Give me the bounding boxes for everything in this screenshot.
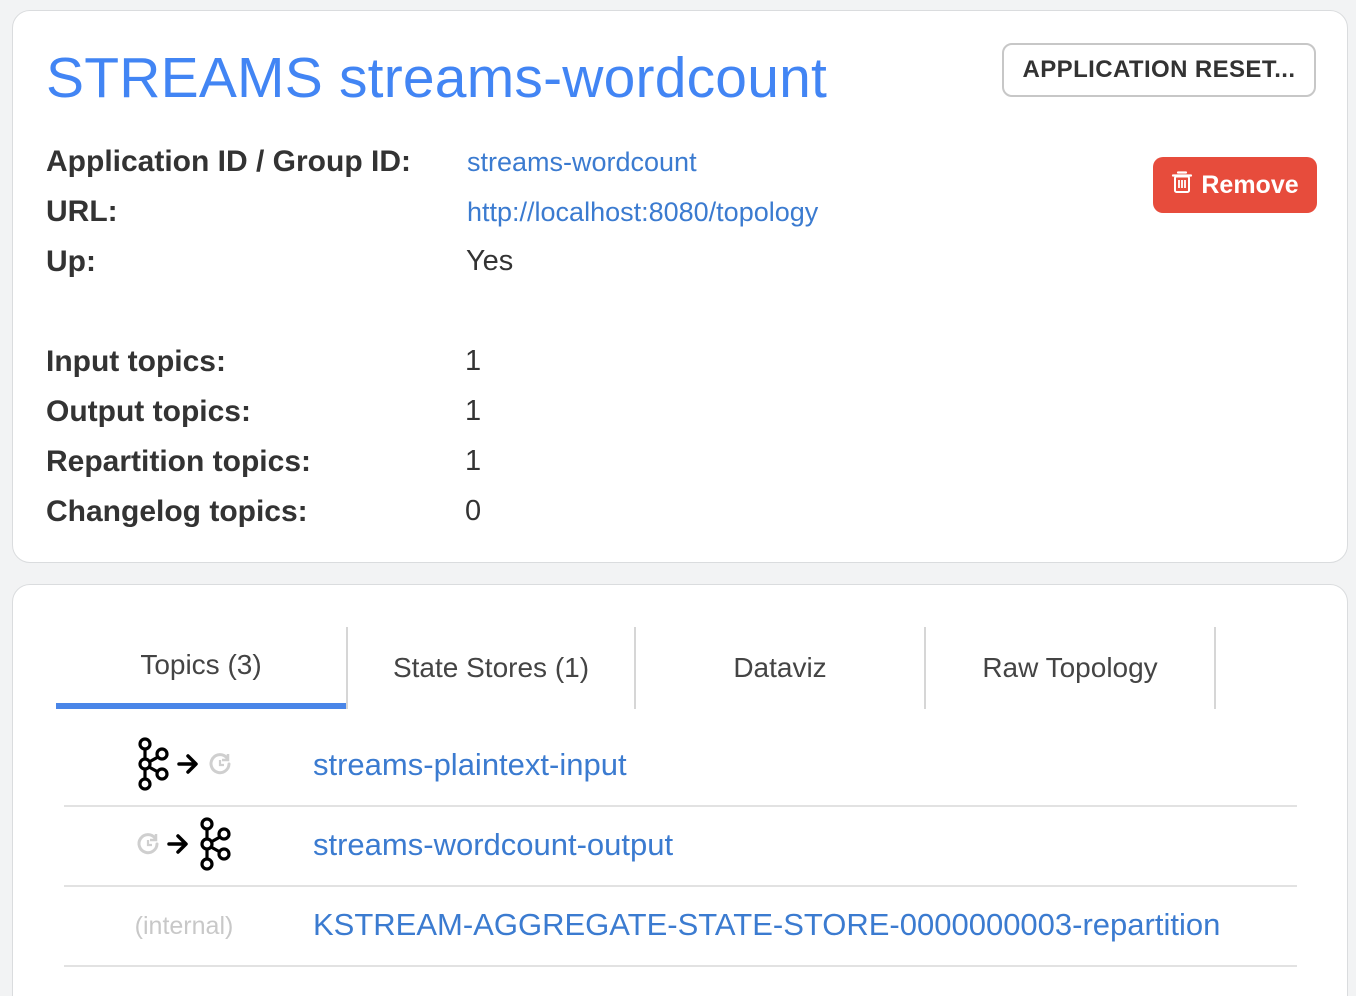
topic-link[interactable]: KSTREAM-AGGREGATE-STATE-STORE-0000000003… bbox=[313, 907, 1220, 943]
application-reset-button[interactable]: APPLICATION RESET... bbox=[1002, 43, 1316, 97]
count-row-repartition-topics: Repartition topics: 1 bbox=[46, 445, 1046, 485]
count-value: 1 bbox=[465, 345, 482, 377]
topology-card: Topics (3) State Stores (1) Dataviz Raw … bbox=[12, 584, 1348, 996]
info-label: Up: bbox=[46, 245, 96, 278]
streams-icon bbox=[207, 751, 233, 782]
tab-label: Raw Topology bbox=[982, 652, 1158, 683]
info-label: Application ID / Group ID: bbox=[46, 145, 411, 178]
tab-state-stores[interactable]: State Stores (1) bbox=[346, 627, 636, 709]
topic-row: (internal) KSTREAM-AGGREGATE-STATE-STORE… bbox=[64, 887, 1297, 967]
count-value: 0 bbox=[465, 495, 482, 527]
topic-direction bbox=[64, 727, 304, 805]
tab-label: Dataviz bbox=[733, 652, 827, 683]
count-row-changelog-topics: Changelog topics: 0 bbox=[46, 495, 1046, 535]
streams-icon bbox=[135, 831, 161, 862]
kafka-icon bbox=[135, 736, 171, 796]
topic-direction bbox=[64, 807, 304, 885]
count-label: Output topics: bbox=[46, 395, 251, 428]
tab-dataviz[interactable]: Dataviz bbox=[636, 627, 926, 709]
application-details-card: STREAMS streams-wordcount APPLICATION RE… bbox=[12, 10, 1348, 563]
count-label: Repartition topics: bbox=[46, 445, 312, 478]
info-row-url: URL: http://localhost:8080/topology bbox=[46, 195, 1046, 235]
info-label: URL: bbox=[46, 195, 118, 228]
remove-button[interactable]: Remove bbox=[1153, 157, 1317, 213]
application-id-link[interactable]: streams-wordcount bbox=[467, 147, 697, 178]
info-row-up: Up: Yes bbox=[46, 245, 1046, 285]
count-row-input-topics: Input topics: 1 bbox=[46, 345, 1046, 385]
topic-row: streams-wordcount-output bbox=[64, 807, 1297, 887]
count-value: 1 bbox=[465, 445, 482, 477]
up-status-value: Yes bbox=[466, 245, 514, 277]
arrow-right-icon bbox=[177, 753, 201, 780]
arrow-right-icon bbox=[167, 833, 191, 860]
count-row-output-topics: Output topics: 1 bbox=[46, 395, 1046, 435]
info-row-application-id: Application ID / Group ID: streams-wordc… bbox=[46, 145, 1046, 185]
tab-raw-topology[interactable]: Raw Topology bbox=[926, 627, 1216, 709]
tab-topics[interactable]: Topics (3) bbox=[56, 627, 346, 709]
count-label: Changelog topics: bbox=[46, 495, 308, 528]
page-title: STREAMS streams-wordcount bbox=[46, 46, 828, 110]
tab-label: Topics (3) bbox=[140, 649, 262, 680]
topic-row: streams-plaintext-input bbox=[64, 727, 1297, 807]
tab-bar: Topics (3) State Stores (1) Dataviz Raw … bbox=[56, 627, 1216, 709]
url-link[interactable]: http://localhost:8080/topology bbox=[467, 197, 818, 228]
internal-label: (internal) bbox=[134, 911, 234, 940]
topic-direction: (internal) bbox=[64, 887, 304, 965]
topic-link[interactable]: streams-wordcount-output bbox=[313, 827, 673, 863]
remove-button-label: Remove bbox=[1201, 170, 1299, 199]
count-label: Input topics: bbox=[46, 345, 226, 378]
trash-icon bbox=[1171, 170, 1193, 201]
tab-label: State Stores (1) bbox=[392, 652, 590, 683]
kafka-icon bbox=[197, 816, 233, 876]
topic-link[interactable]: streams-plaintext-input bbox=[313, 747, 627, 783]
count-value: 1 bbox=[465, 395, 482, 427]
